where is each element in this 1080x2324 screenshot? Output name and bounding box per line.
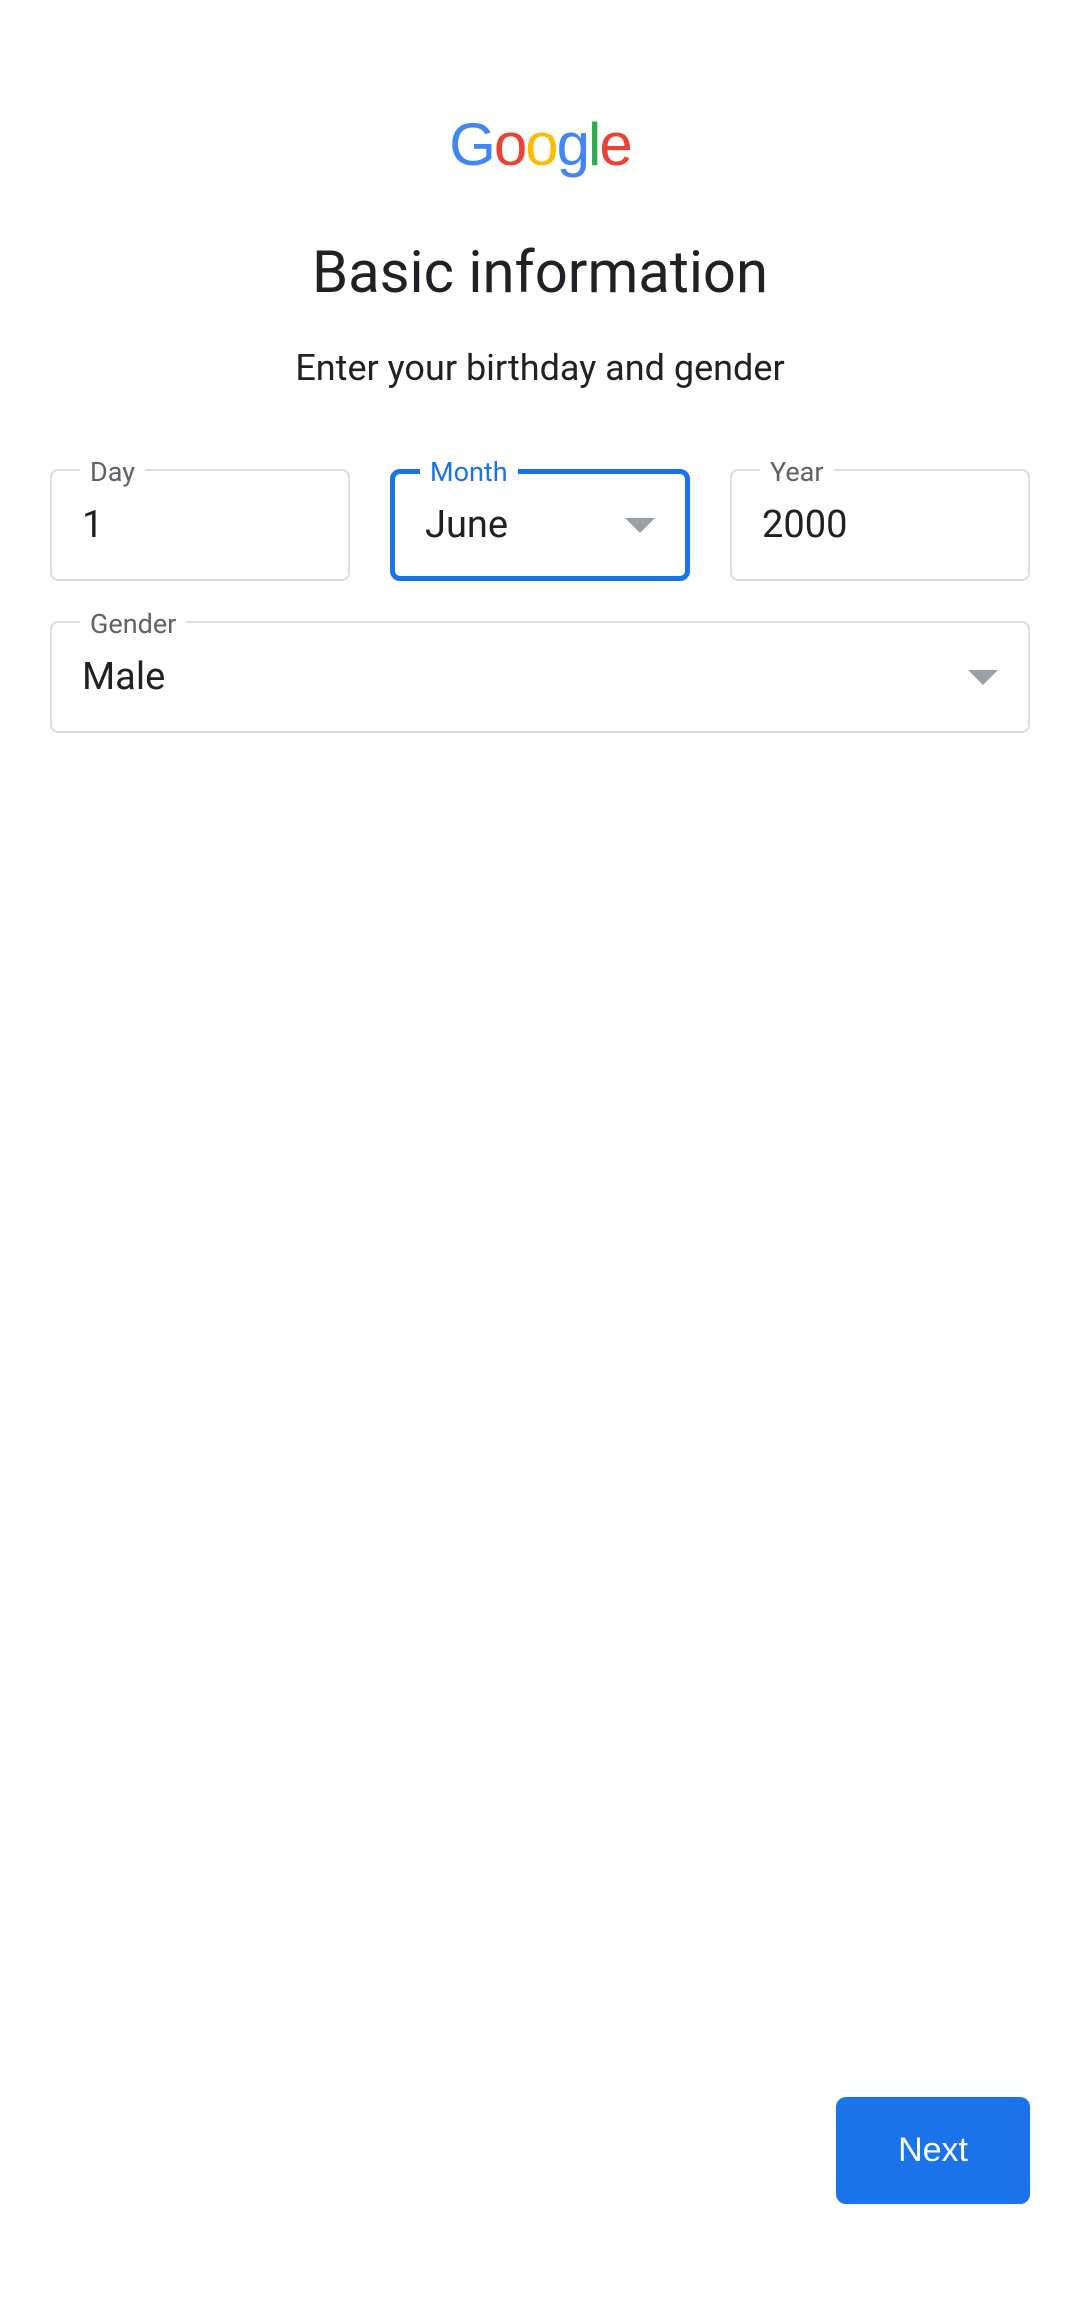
logo-letter-g: G [449, 111, 494, 178]
logo-letter-o1: o [494, 111, 525, 178]
day-label: Day [80, 456, 145, 488]
year-label: Year [760, 456, 834, 488]
gender-label: Gender [80, 608, 186, 640]
logo-letter-e: e [599, 111, 630, 178]
page-subtitle: Enter your birthday and gender [50, 347, 1030, 389]
gender-field[interactable]: Gender Male [50, 621, 1030, 733]
birthday-gender-form: Day Month June Year Gender [50, 469, 1030, 733]
day-input[interactable] [82, 503, 318, 547]
month-field[interactable]: Month June [390, 469, 690, 581]
google-logo: Google [50, 0, 1030, 179]
month-label: Month [420, 456, 518, 488]
page-title: Basic information [50, 239, 1030, 307]
gender-value: Male [82, 655, 165, 699]
year-input[interactable] [762, 503, 998, 547]
year-field[interactable]: Year [730, 469, 1030, 581]
dropdown-arrow-icon [968, 670, 998, 685]
logo-letter-g2: g [557, 111, 588, 178]
dropdown-arrow-icon [625, 518, 655, 533]
day-field[interactable]: Day [50, 469, 350, 581]
next-button[interactable]: Next [836, 2097, 1030, 2204]
logo-letter-l: l [588, 111, 599, 178]
month-value: June [425, 503, 508, 547]
logo-letter-o2: o [525, 111, 556, 178]
